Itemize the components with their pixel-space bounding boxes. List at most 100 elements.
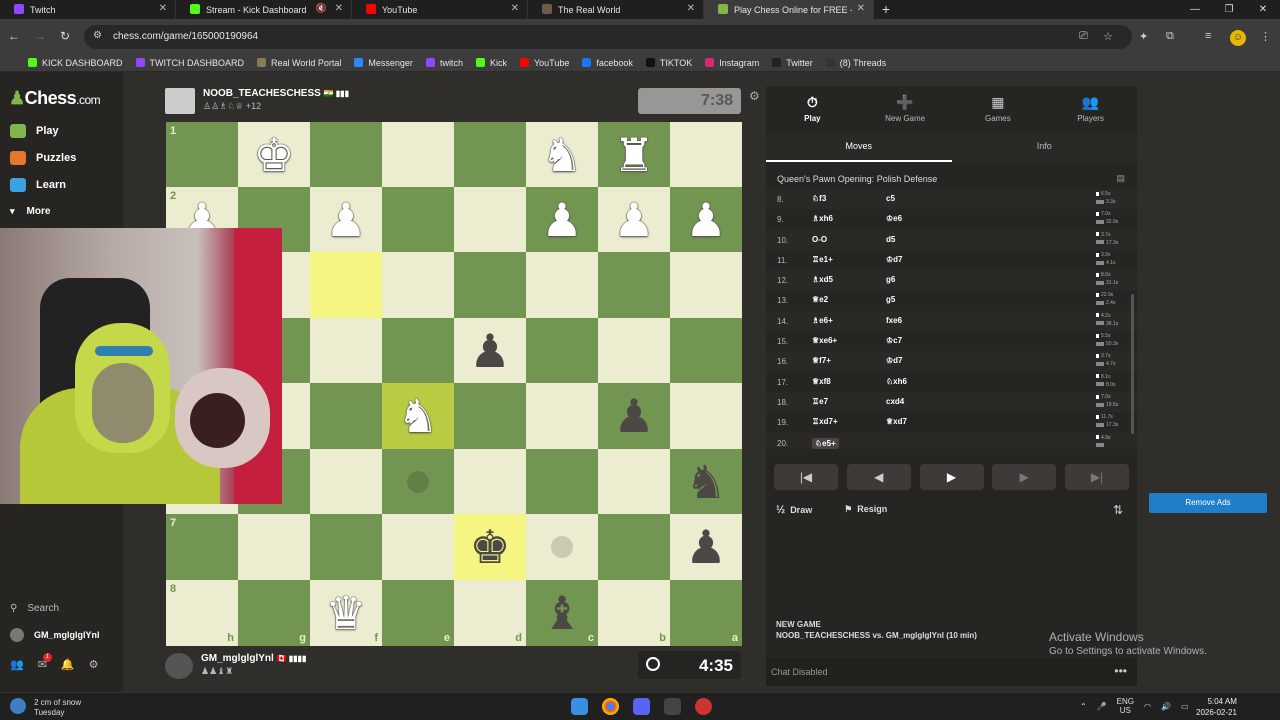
white-piece-icon[interactable]: ♟ [541, 197, 582, 243]
tab-players[interactable]: 👥 Players [1044, 86, 1137, 130]
board-square[interactable] [382, 252, 454, 318]
black-move[interactable]: cxd4 [886, 397, 904, 406]
white-move[interactable]: ♘e5+ [812, 437, 839, 449]
tab-youtube[interactable]: YouTube ✕ [352, 0, 528, 19]
white-move[interactable]: ♖e1+ [812, 255, 833, 264]
bookmark-item[interactable]: TWITCH DASHBOARD [135, 58, 244, 68]
black-move[interactable]: d5 [886, 235, 895, 244]
tab-twitch[interactable]: Twitch ✕ [0, 0, 176, 19]
board-square[interactable] [670, 122, 742, 187]
minimize-icon[interactable]: — [1178, 0, 1212, 19]
notifications-bell-icon[interactable]: 🔔 [61, 658, 75, 671]
white-move[interactable]: ♕xf8 [812, 377, 831, 386]
move-list-scrollbar[interactable] [1131, 294, 1134, 434]
move-hint-dot[interactable] [551, 536, 573, 558]
chrome-icon[interactable] [602, 698, 619, 715]
white-piece-icon[interactable]: ♛ [325, 590, 366, 636]
new-tab-button[interactable]: + [874, 0, 898, 19]
board-square[interactable] [670, 318, 742, 383]
board-square[interactable] [454, 449, 526, 514]
board-square[interactable]: ♟ [670, 514, 742, 580]
white-piece-icon[interactable]: ♞ [541, 132, 582, 178]
board-square[interactable]: ♚ [238, 122, 310, 187]
black-move[interactable]: ♔d7 [886, 356, 903, 365]
black-move[interactable]: c5 [886, 194, 895, 203]
bottom-player-name[interactable]: GM_mglglglYnl 🇨🇦 ▮▮▮▮ [201, 653, 306, 664]
restore-icon[interactable]: ❐ [1212, 0, 1246, 19]
board-square[interactable]: f ♛ [310, 580, 382, 646]
board-square[interactable]: ♟ [310, 187, 382, 252]
move-hint-dot[interactable] [407, 470, 429, 493]
board-square[interactable]: c ♝ [526, 580, 598, 646]
white-piece-icon[interactable]: ♟ [685, 197, 726, 243]
bookmark-item[interactable]: twitch [425, 58, 463, 68]
microphone-icon[interactable]: 🎤 [1097, 702, 1107, 711]
white-move[interactable]: ♕e2 [812, 295, 828, 304]
weather-widget[interactable]: 2 cm of snow Tuesday [10, 698, 81, 718]
white-move[interactable]: O-O [812, 235, 827, 244]
close-tab-icon[interactable]: ✕ [857, 3, 865, 14]
black-move[interactable]: ♔d7 [886, 255, 903, 264]
white-move[interactable]: ♗xh6 [812, 214, 833, 223]
bookmark-item[interactable]: KICK DASHBOARD [28, 58, 123, 68]
black-move[interactable]: g6 [886, 275, 895, 284]
omnibox[interactable]: ⚙ chess.com/game/165000190964 ⎚ ☆ [84, 25, 1132, 49]
board-square[interactable] [526, 318, 598, 383]
board-square[interactable]: ♟ [670, 187, 742, 252]
board-square[interactable] [382, 514, 454, 580]
last-move-button[interactable]: ▶| [1065, 464, 1129, 490]
taskbar-clock[interactable]: 5:04 AM 2026-02-21 [1196, 696, 1237, 718]
board-square[interactable]: ♞ [670, 449, 742, 514]
board-square[interactable] [526, 383, 598, 449]
board-settings-icon[interactable]: ⚙ [749, 89, 760, 103]
board-square[interactable]: ♚ [454, 514, 526, 580]
board-square[interactable]: ♟ [598, 187, 670, 252]
play-moves-button[interactable]: ▶ [919, 464, 984, 490]
resign-button[interactable]: ⚑ Resign [844, 504, 903, 516]
volume-icon[interactable]: 🔊 [1161, 702, 1171, 711]
sidebar-search[interactable]: ⚲ Search [10, 603, 59, 614]
black-move[interactable]: ♔e6 [886, 214, 902, 223]
language-indicator[interactable]: ENG US [1117, 697, 1134, 715]
media-control-icon[interactable]: ≡ [1205, 30, 1211, 42]
white-move[interactable]: ♖xd7+ [812, 417, 838, 426]
sidebar-item-learn[interactable]: Learn [10, 178, 66, 192]
board-square[interactable] [310, 383, 382, 449]
white-move[interactable]: ♘f3 [812, 194, 826, 203]
bottom-player-avatar[interactable] [165, 653, 193, 679]
bookmark-item[interactable]: Instagram [705, 58, 759, 68]
white-move[interactable]: ♕f7+ [812, 356, 831, 365]
url-text[interactable]: chess.com/game/165000190964 [113, 31, 258, 42]
top-player-avatar[interactable] [165, 88, 195, 114]
previous-move-button[interactable]: ◀ [846, 464, 911, 490]
board-square[interactable] [526, 252, 598, 318]
board-square[interactable]: e [382, 580, 454, 646]
board-square[interactable]: g [238, 580, 310, 646]
forward-icon[interactable]: → [34, 29, 46, 43]
white-piece-icon[interactable]: ♟ [325, 197, 366, 243]
board-square[interactable]: d [454, 580, 526, 646]
white-move[interactable]: ♕xe6+ [812, 336, 837, 345]
bookmark-item[interactable]: Messenger [354, 58, 413, 68]
close-tab-icon[interactable]: ✕ [159, 3, 167, 14]
opening-name[interactable]: Queen's Pawn Opening: Polish Defense [777, 174, 937, 184]
black-move[interactable]: ♘xh6 [886, 377, 907, 386]
black-piece-icon[interactable]: ♞ [685, 459, 726, 505]
board-square[interactable] [526, 514, 598, 580]
black-piece-icon[interactable]: ♟ [613, 393, 654, 439]
white-piece-icon[interactable]: ♜ [613, 132, 654, 178]
wifi-icon[interactable]: ◠ [1144, 702, 1151, 711]
board-square[interactable] [526, 449, 598, 514]
board-square[interactable] [454, 252, 526, 318]
battery-icon[interactable]: ▭ [1181, 702, 1189, 711]
sidebar-item-more[interactable]: ▾ More [10, 206, 50, 217]
bookmark-item[interactable]: (8) Threads [825, 58, 886, 68]
obs-icon[interactable] [664, 698, 681, 715]
board-square[interactable] [598, 514, 670, 580]
board-square[interactable] [598, 449, 670, 514]
sidebar-user[interactable]: GM_mglglglYnl [10, 628, 100, 642]
black-piece-icon[interactable]: ♟ [469, 328, 510, 374]
board-square[interactable] [310, 122, 382, 187]
reload-icon[interactable]: ↻ [60, 29, 70, 43]
bookmark-item[interactable]: Real World Portal [257, 58, 341, 68]
